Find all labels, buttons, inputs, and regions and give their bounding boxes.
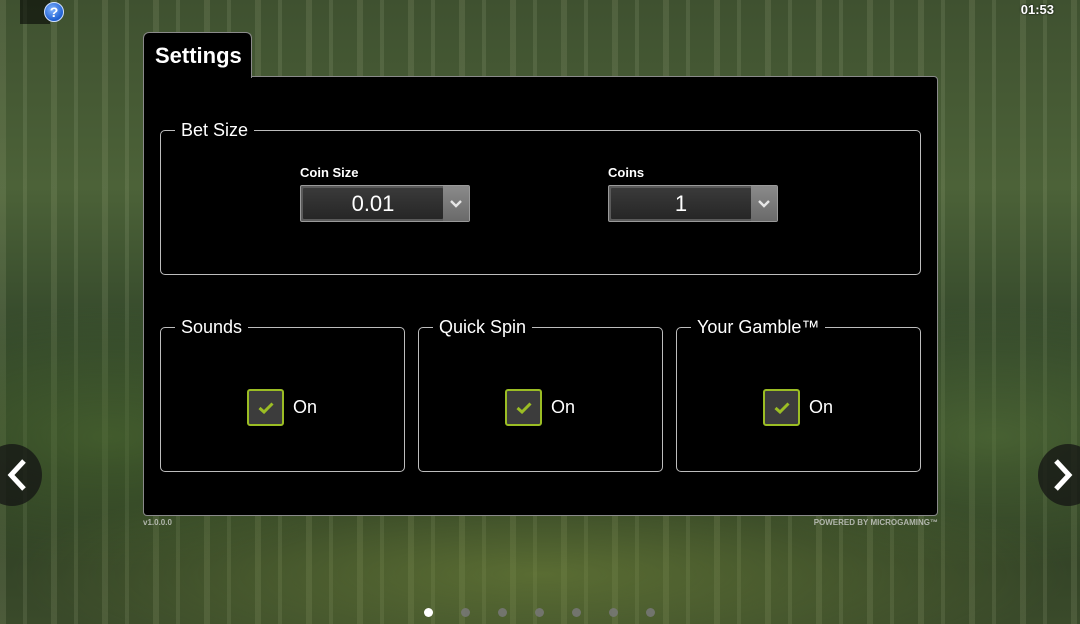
prev-page-button[interactable] — [0, 444, 42, 506]
coin-size-select[interactable]: 0.01 — [300, 185, 470, 222]
sounds-group: Sounds On — [160, 318, 405, 472]
checkmark-icon — [774, 401, 790, 414]
quick-spin-checkbox[interactable] — [505, 389, 542, 426]
bet-size-title: Bet Size — [181, 120, 249, 140]
powered-by-label: POWERED BY MICROGAMING™ — [813, 518, 938, 527]
bet-size-group: Bet Size Coin Size 0.01 Coins 1 — [160, 121, 921, 275]
version-label: v1.0.0.0 — [143, 518, 172, 527]
page-dot[interactable] — [461, 608, 470, 617]
coins-value: 1 — [611, 188, 751, 219]
checkmark-icon — [516, 401, 532, 414]
page-dot[interactable] — [646, 608, 655, 617]
help-button[interactable]: ? — [20, 0, 64, 24]
gamble-toggle[interactable]: On — [763, 389, 833, 426]
sounds-checkbox[interactable] — [247, 389, 284, 426]
chevron-right-icon — [1054, 459, 1073, 491]
coin-size-label: Coin Size — [300, 165, 359, 180]
sounds-toggle[interactable]: On — [247, 389, 317, 426]
page-dot[interactable] — [498, 608, 507, 617]
clock: 01:53 — [1020, 2, 1054, 17]
chevron-down-icon[interactable] — [751, 186, 777, 221]
coins-select[interactable]: 1 — [608, 185, 778, 222]
gamble-checkbox[interactable] — [763, 389, 800, 426]
page-dot[interactable] — [572, 608, 581, 617]
checkmark-icon — [258, 401, 274, 414]
page-dot[interactable] — [424, 608, 433, 617]
tab-settings[interactable]: Settings — [143, 32, 252, 78]
coins-label: Coins — [608, 165, 645, 180]
quick-spin-toggle[interactable]: On — [505, 389, 575, 426]
gamble-group: Your Gamble™ On — [676, 318, 921, 472]
chevron-left-icon — [7, 459, 26, 491]
settings-panel: Bet Size Coin Size 0.01 Coins 1 Sounds O… — [143, 76, 938, 516]
question-icon[interactable]: ? — [44, 2, 64, 22]
next-page-button[interactable] — [1038, 444, 1080, 506]
tab-joint — [144, 74, 251, 78]
chevron-down-icon[interactable] — [443, 186, 469, 221]
gamble-title: Your Gamble™ — [697, 317, 820, 337]
sounds-on-label: On — [293, 397, 318, 417]
page-dot[interactable] — [609, 608, 618, 617]
quick-spin-on-label: On — [551, 397, 576, 417]
page-dot[interactable] — [535, 608, 544, 617]
sounds-title: Sounds — [181, 317, 243, 337]
quick-spin-title: Quick Spin — [439, 317, 527, 337]
gamble-on-label: On — [809, 397, 834, 417]
quick-spin-group: Quick Spin On — [418, 318, 663, 472]
coin-size-value: 0.01 — [303, 188, 443, 219]
page-indicator — [424, 608, 655, 617]
